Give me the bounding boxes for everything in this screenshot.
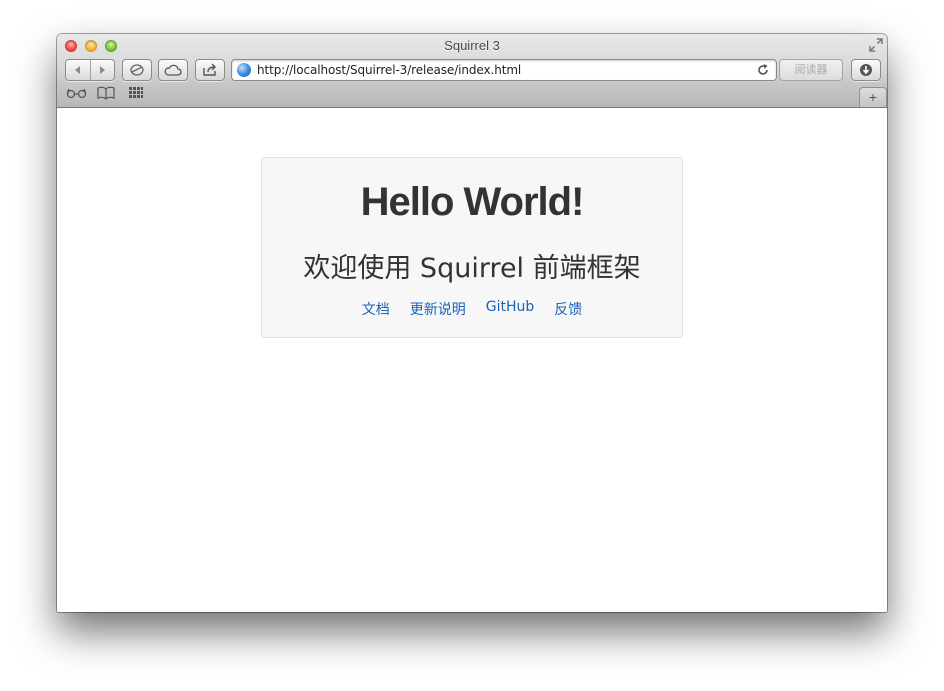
browser-window: Squirrel 3 http://localhost/Squirrel-3/r… — [57, 34, 887, 612]
docs-link[interactable]: 文档 — [362, 299, 390, 319]
changelog-link[interactable]: 更新说明 — [410, 299, 466, 319]
share-button[interactable] — [195, 59, 225, 81]
cloud-icon — [164, 64, 182, 76]
back-arrow-icon — [74, 66, 80, 74]
grid-icon[interactable] — [129, 86, 143, 100]
history-button[interactable] — [122, 59, 152, 81]
address-bar[interactable]: http://localhost/Squirrel-3/release/inde… — [231, 59, 777, 81]
page-content: Hello World! 欢迎使用 Squirrel 前端框架 文档 更新说明 … — [57, 108, 887, 612]
downloads-button[interactable] — [851, 59, 881, 81]
book-icon[interactable] — [97, 86, 115, 100]
hero-unit: Hello World! 欢迎使用 Squirrel 前端框架 文档 更新说明 … — [261, 157, 683, 338]
window-title: Squirrel 3 — [444, 38, 500, 53]
github-link[interactable]: GitHub — [486, 299, 535, 319]
new-tab-button[interactable]: + — [859, 87, 887, 107]
forward-button[interactable] — [89, 60, 115, 80]
feedback-link[interactable]: 反馈 — [554, 299, 582, 319]
back-forward-group — [65, 59, 115, 81]
page-heading: Hello World! — [360, 180, 585, 224]
hero-links: 文档 更新说明 GitHub 反馈 — [262, 299, 682, 319]
history-icon — [130, 64, 144, 76]
browser-chrome: Squirrel 3 http://localhost/Squirrel-3/r… — [57, 34, 887, 108]
glasses-icon[interactable] — [66, 86, 88, 100]
forward-arrow-icon — [100, 66, 106, 74]
url-text[interactable]: http://localhost/Squirrel-3/release/inde… — [257, 63, 521, 77]
page-lead: 欢迎使用 Squirrel 前端框架 — [303, 253, 641, 284]
downloads-icon — [860, 64, 872, 76]
icloud-button[interactable] — [158, 59, 188, 81]
reader-button[interactable]: 阅读器 — [779, 59, 843, 81]
globe-icon — [237, 63, 251, 77]
back-button[interactable] — [66, 60, 90, 80]
fullscreen-icon[interactable] — [869, 38, 883, 52]
bookmarks-bar — [57, 84, 887, 106]
reload-icon[interactable] — [756, 63, 770, 77]
share-icon — [203, 63, 216, 76]
